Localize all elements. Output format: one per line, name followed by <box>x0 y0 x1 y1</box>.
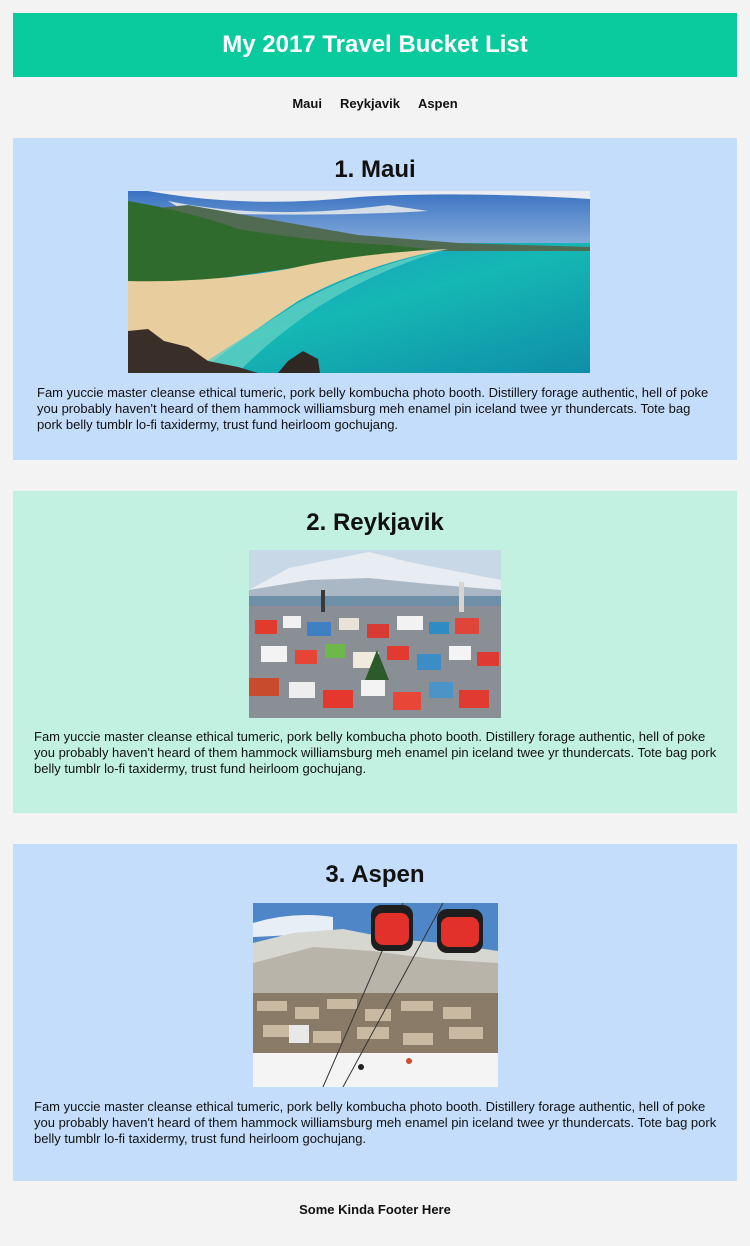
section-body: Fam yuccie master cleanse ethical tumeri… <box>37 385 709 432</box>
section-heading: 3. Aspen <box>325 861 425 888</box>
top-nav: Maui Reykjavik Aspen <box>0 96 750 118</box>
nav-link-maui[interactable]: Maui <box>292 96 322 118</box>
footer: Some Kinda Footer Here <box>0 1202 750 1224</box>
section-heading: 1. Maui <box>334 156 416 183</box>
nav-link-aspen[interactable]: Aspen <box>418 96 458 118</box>
section-aspen: 3. Aspen Fam yuccie master cleanse ethic… <box>13 844 737 1181</box>
page-header: My 2017 Travel Bucket List <box>13 13 737 77</box>
footer-text: Some Kinda Footer Here <box>299 1202 451 1217</box>
section-reykjavik: 2. Reykjavik Fam yuccie master cleanse e… <box>13 491 737 813</box>
ski-town-photo <box>253 903 498 1087</box>
section-maui: 1. Maui Fam yuccie master cleanse ethica… <box>13 138 737 460</box>
section-body: Fam yuccie master cleanse ethical tumeri… <box>34 1099 717 1146</box>
page-title: My 2017 Travel Bucket List <box>222 31 528 58</box>
city-photo <box>249 550 501 718</box>
nav-link-reykjavik[interactable]: Reykjavik <box>340 96 400 118</box>
beach-photo <box>128 191 590 373</box>
section-heading: 2. Reykjavik <box>306 509 444 536</box>
section-body: Fam yuccie master cleanse ethical tumeri… <box>34 729 717 776</box>
